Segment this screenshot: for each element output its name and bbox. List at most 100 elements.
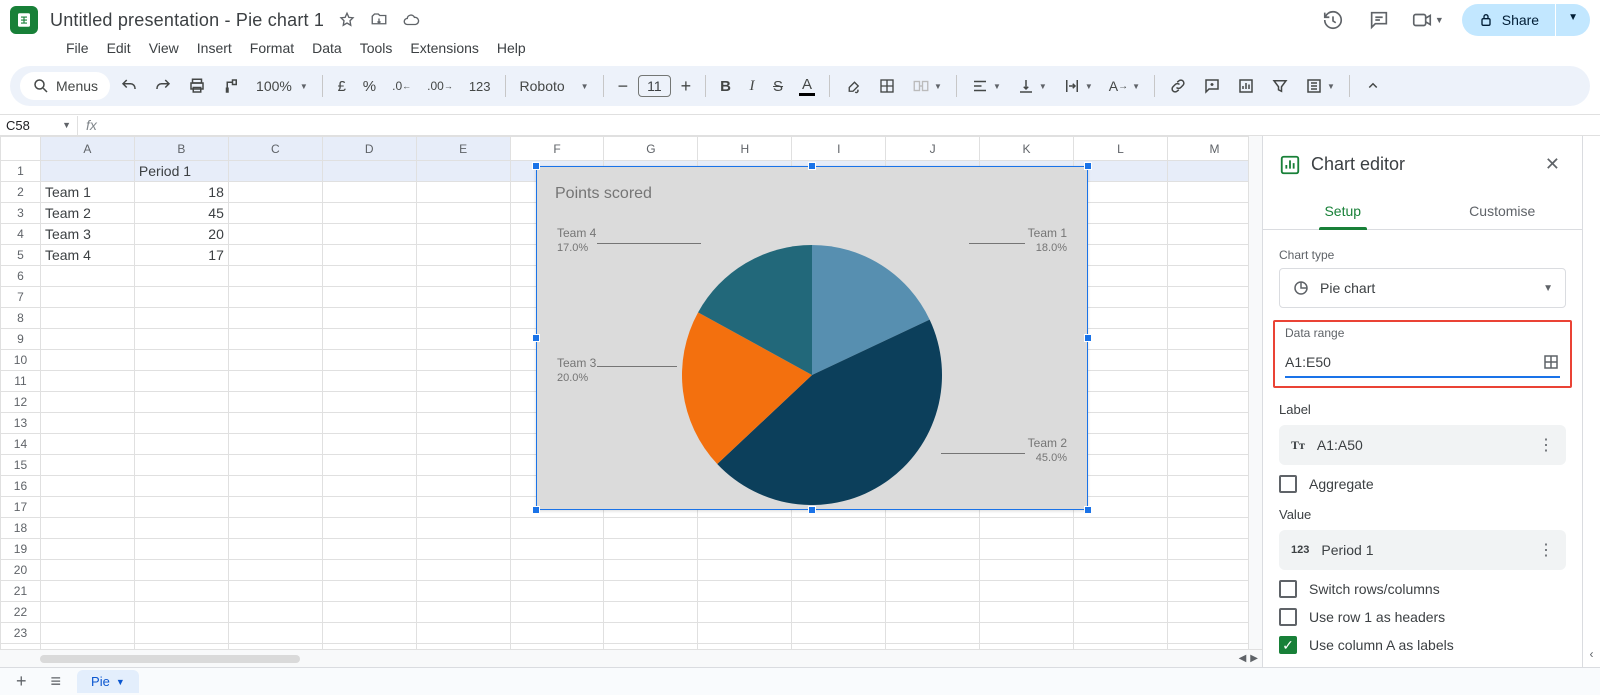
currency-button[interactable]: £ (331, 72, 353, 100)
menu-edit[interactable]: Edit (99, 36, 139, 60)
cell[interactable] (604, 518, 698, 539)
cell[interactable] (510, 602, 604, 623)
menu-help[interactable]: Help (489, 36, 534, 60)
row-header[interactable]: 11 (1, 371, 41, 392)
font-size-input[interactable]: 11 (638, 75, 671, 97)
cell[interactable] (416, 350, 510, 371)
cell[interactable]: 20 (134, 224, 228, 245)
cell[interactable] (1074, 581, 1168, 602)
col-header-a[interactable]: A (40, 137, 134, 161)
row-header[interactable]: 5 (1, 245, 41, 266)
zoom-dropdown[interactable]: 100%▼ (250, 72, 314, 100)
cell[interactable] (228, 245, 322, 266)
cell[interactable] (228, 182, 322, 203)
cell[interactable] (416, 413, 510, 434)
cell[interactable] (40, 518, 134, 539)
strikethrough-button[interactable]: S (767, 72, 789, 100)
cell[interactable] (134, 518, 228, 539)
cell[interactable] (1074, 518, 1168, 539)
switch-rows-checkbox-row[interactable]: Switch rows/columns (1279, 580, 1566, 598)
row-header[interactable]: 9 (1, 329, 41, 350)
history-icon[interactable] (1319, 6, 1347, 34)
cell[interactable] (980, 518, 1074, 539)
resize-handle[interactable] (1084, 162, 1092, 170)
row-header[interactable]: 6 (1, 266, 41, 287)
add-sheet-button[interactable]: + (8, 667, 35, 695)
cell[interactable] (40, 161, 134, 182)
cell[interactable] (322, 413, 416, 434)
menu-extensions[interactable]: Extensions (402, 36, 486, 60)
row-header[interactable]: 10 (1, 350, 41, 371)
cell[interactable] (322, 266, 416, 287)
all-sheets-button[interactable]: ≡ (43, 667, 70, 695)
cell[interactable] (698, 518, 792, 539)
more-formats-button[interactable]: 123 (463, 72, 497, 100)
vertical-align-button[interactable]: ▼ (1011, 72, 1053, 100)
cell[interactable] (134, 392, 228, 413)
cell[interactable] (228, 476, 322, 497)
cell[interactable] (416, 266, 510, 287)
cell[interactable] (510, 518, 604, 539)
cell[interactable] (604, 560, 698, 581)
cell[interactable] (322, 224, 416, 245)
cell[interactable] (40, 476, 134, 497)
cell[interactable] (134, 455, 228, 476)
comments-icon[interactable] (1365, 6, 1393, 34)
cell[interactable] (416, 224, 510, 245)
cell[interactable] (322, 182, 416, 203)
fill-color-button[interactable] (838, 72, 868, 100)
cell[interactable] (698, 581, 792, 602)
cell[interactable] (792, 623, 886, 644)
print-button[interactable] (182, 72, 212, 100)
cell[interactable] (134, 434, 228, 455)
scroll-thumb[interactable] (40, 655, 300, 663)
col-header-k[interactable]: K (980, 137, 1074, 161)
cell[interactable] (228, 560, 322, 581)
filter-button[interactable] (1265, 72, 1295, 100)
cell[interactable]: 17 (134, 245, 228, 266)
col-header-l[interactable]: L (1074, 137, 1168, 161)
chart-object[interactable]: Points scored Team 118.0% Team 245.0% Te… (536, 166, 1088, 510)
cell[interactable] (134, 602, 228, 623)
cell[interactable] (416, 329, 510, 350)
cell[interactable] (228, 287, 322, 308)
select-range-icon[interactable] (1542, 353, 1560, 371)
vertical-scrollbar[interactable] (1248, 136, 1262, 649)
cell[interactable] (228, 434, 322, 455)
row-header[interactable]: 1 (1, 161, 41, 182)
row-header[interactable]: 4 (1, 224, 41, 245)
cell[interactable] (134, 581, 228, 602)
close-panel-button[interactable]: ✕ (1539, 148, 1566, 181)
row-header[interactable]: 12 (1, 392, 41, 413)
cell[interactable] (322, 350, 416, 371)
star-icon[interactable] (338, 11, 356, 29)
scroll-right-icon[interactable]: ▶ (1250, 653, 1258, 664)
cell[interactable] (322, 455, 416, 476)
row-header[interactable]: 14 (1, 434, 41, 455)
row1-headers-checkbox-row[interactable]: Use row 1 as headers (1279, 608, 1566, 626)
cell[interactable] (40, 371, 134, 392)
cell[interactable] (980, 560, 1074, 581)
cell[interactable] (322, 392, 416, 413)
cell[interactable] (134, 560, 228, 581)
row-header[interactable]: 17 (1, 497, 41, 518)
cell[interactable] (228, 224, 322, 245)
cell[interactable] (40, 413, 134, 434)
cell[interactable] (228, 161, 322, 182)
row-header[interactable]: 3 (1, 203, 41, 224)
insert-link-button[interactable] (1163, 72, 1193, 100)
cell[interactable] (698, 539, 792, 560)
cell[interactable] (134, 476, 228, 497)
cell[interactable] (322, 560, 416, 581)
cell[interactable] (40, 434, 134, 455)
cell[interactable] (792, 602, 886, 623)
resize-handle[interactable] (808, 162, 816, 170)
cell[interactable] (228, 371, 322, 392)
row-header[interactable]: 20 (1, 560, 41, 581)
chart-type-dropdown[interactable]: Pie chart ▼ (1279, 268, 1566, 308)
bold-button[interactable]: B (714, 72, 737, 100)
decrease-font-size-button[interactable]: − (612, 72, 635, 100)
pie-chart[interactable] (668, 245, 956, 508)
cell[interactable] (228, 350, 322, 371)
cell[interactable] (416, 476, 510, 497)
